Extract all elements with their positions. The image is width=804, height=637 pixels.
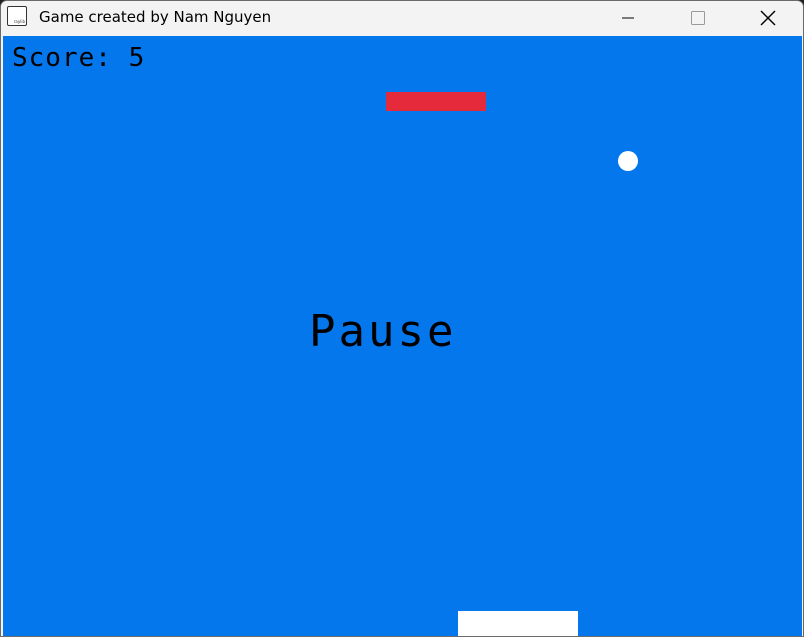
pause-label: Pause xyxy=(309,306,457,357)
raylib-icon: raylib xyxy=(7,6,27,26)
paddle[interactable] xyxy=(458,611,578,636)
close-icon xyxy=(760,10,776,26)
brick xyxy=(386,92,486,111)
ball xyxy=(618,151,638,171)
close-button[interactable] xyxy=(745,1,791,35)
score-label: Score: 5 xyxy=(12,43,146,73)
app-icon-label: raylib xyxy=(13,19,25,24)
window-title: Game created by Nam Nguyen xyxy=(39,8,272,26)
maximize-button[interactable] xyxy=(675,1,721,35)
game-window: raylib Game created by Nam Nguyen Score:… xyxy=(0,0,804,637)
title-bar[interactable]: raylib Game created by Nam Nguyen xyxy=(1,1,803,35)
minimize-icon xyxy=(622,17,634,19)
maximize-icon xyxy=(691,11,705,25)
minimize-button[interactable] xyxy=(605,1,651,35)
game-canvas[interactable]: Score: 5 Pause xyxy=(3,36,802,636)
